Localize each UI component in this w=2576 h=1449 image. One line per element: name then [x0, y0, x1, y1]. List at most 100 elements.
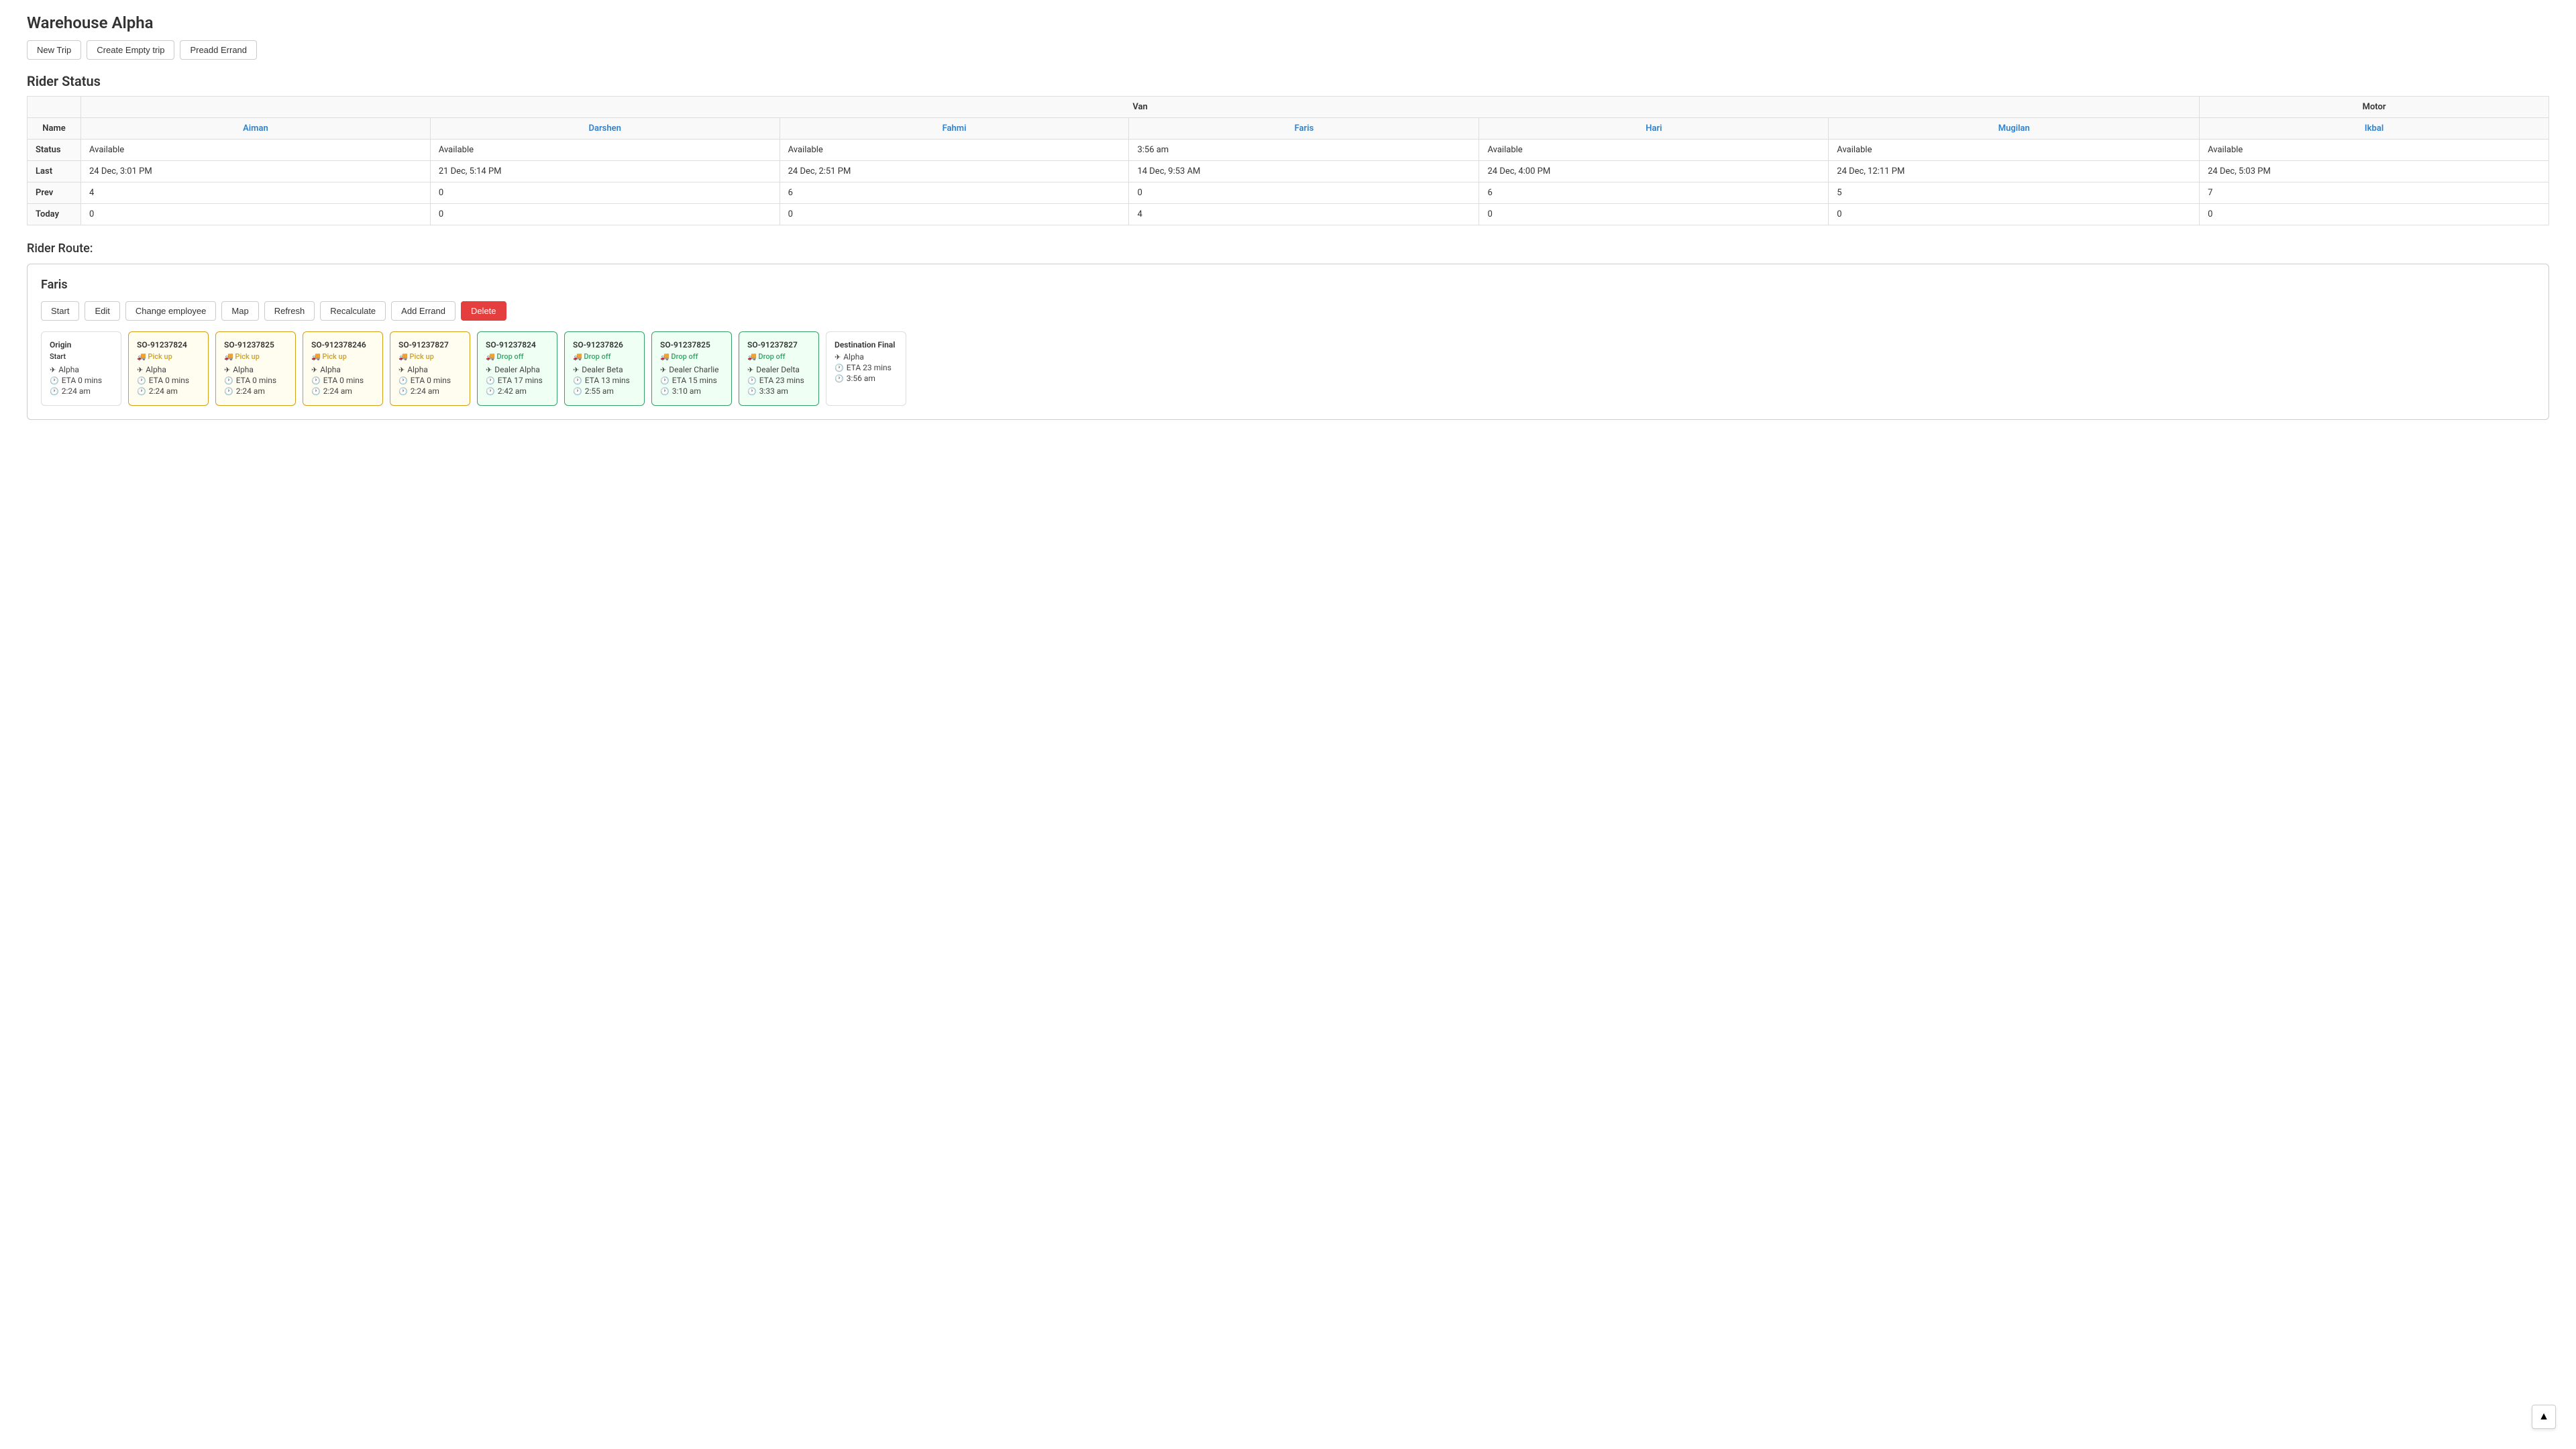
rider-fahmi-link[interactable]: Fahmi: [943, 123, 967, 133]
eta-mins-text-4: ETA 0 mins: [411, 376, 451, 385]
cell-today-0: 0: [81, 204, 431, 225]
location-icon: ✈: [660, 366, 666, 374]
refresh-button[interactable]: Refresh: [264, 301, 315, 321]
card-eta-mins-2: 🕐ETA 0 mins: [224, 376, 287, 385]
card-location-5: ✈Dealer Alpha: [486, 365, 549, 374]
card-eta-time-9: 🕐3:56 am: [835, 374, 898, 383]
card-type-6: 🚚 Drop off: [573, 352, 636, 361]
clock-icon: 🕐: [835, 364, 844, 372]
route-card-3[interactable]: SO-912378246🚚 Pick up✈Alpha🕐ETA 0 mins🕐2…: [303, 331, 383, 406]
card-eta-time-6: 🕐2:55 am: [573, 386, 636, 396]
location-text-4: Alpha: [407, 365, 428, 374]
row-label-today: Today: [28, 204, 81, 225]
location-text-1: Alpha: [146, 365, 166, 374]
cell-last-6: 24 Dec, 5:03 PM: [2200, 161, 2549, 182]
location-text-6: Dealer Beta: [582, 365, 623, 374]
location-icon: ✈: [398, 366, 405, 374]
route-card-0[interactable]: OriginStart✈Alpha🕐ETA 0 mins🕐2:24 am: [41, 331, 121, 406]
eta-time-text-8: 3:33 am: [759, 386, 788, 396]
location-icon: ✈: [137, 366, 143, 374]
eta-mins-text-7: ETA 15 mins: [672, 376, 717, 385]
card-location-9: ✈Alpha: [835, 352, 898, 362]
eta-time-text-7: 3:10 am: [672, 386, 701, 396]
rider-aiman-link[interactable]: Aiman: [243, 123, 268, 133]
cell-last-1: 21 Dec, 5:14 PM: [430, 161, 780, 182]
route-card-1[interactable]: SO-91237824🚚 Pick up✈Alpha🕐ETA 0 mins🕐2:…: [128, 331, 209, 406]
card-location-2: ✈Alpha: [224, 365, 287, 374]
card-type-2: 🚚 Pick up: [224, 352, 287, 361]
card-eta-mins-9: 🕐ETA 23 mins: [835, 363, 898, 372]
route-card-8[interactable]: SO-91237827🚚 Drop off✈Dealer Delta🕐ETA 2…: [739, 331, 819, 406]
rider-status-title: Rider Status: [27, 73, 2549, 89]
scroll-top-button[interactable]: ▲: [2532, 1405, 2556, 1429]
cell-prev-1: 0: [430, 182, 780, 204]
cell-last-3: 14 Dec, 9:53 AM: [1129, 161, 1479, 182]
rider-route-container: Faris Start Edit Change employee Map Ref…: [27, 264, 2549, 420]
preadd-errand-button[interactable]: Preadd Errand: [180, 40, 257, 60]
route-card-9[interactable]: Destination Final ✈Alpha🕐ETA 23 mins 🕐3:56…: [826, 331, 906, 406]
cell-status-2: Available: [780, 140, 1129, 161]
card-eta-mins-1: 🕐ETA 0 mins: [137, 376, 200, 385]
cell-today-5: 0: [1829, 204, 2200, 225]
cell-prev-2: 6: [780, 182, 1129, 204]
card-eta-time-1: 🕐2:24 am: [137, 386, 200, 396]
location-text-8: Dealer Delta: [756, 365, 800, 374]
rider-hari-link[interactable]: Hari: [1646, 123, 1662, 133]
card-title-2: SO-91237825: [224, 340, 287, 350]
create-empty-trip-button[interactable]: Create Empty trip: [87, 40, 174, 60]
change-employee-button[interactable]: Change employee: [125, 301, 217, 321]
van-group-header: Van: [81, 97, 2200, 118]
cell-status-1: Available: [430, 140, 780, 161]
cell-last-0: 24 Dec, 3:01 PM: [81, 161, 431, 182]
card-title-0: Origin: [50, 340, 113, 350]
new-trip-button[interactable]: New Trip: [27, 40, 81, 60]
card-title-6: SO-91237826: [573, 340, 636, 350]
card-location-1: ✈Alpha: [137, 365, 200, 374]
rider-ikbal-link[interactable]: Ikbal: [2365, 123, 2383, 133]
cell-status-5: Available: [1829, 140, 2200, 161]
card-title-9: Destination Final: [835, 340, 898, 350]
route-card-6[interactable]: SO-91237826🚚 Drop off✈Dealer Beta🕐ETA 13…: [564, 331, 645, 406]
cell-today-4: 0: [1479, 204, 1829, 225]
cell-prev-6: 7: [2200, 182, 2549, 204]
recalculate-button[interactable]: Recalculate: [320, 301, 386, 321]
delete-button[interactable]: Delete: [461, 301, 506, 321]
cell-today-6: 0: [2200, 204, 2549, 225]
card-eta-mins-6: 🕐ETA 13 mins: [573, 376, 636, 385]
card-location-7: ✈Dealer Charlie: [660, 365, 723, 374]
rider-darshen-link[interactable]: Darshen: [589, 123, 621, 133]
location-icon: ✈: [50, 366, 56, 374]
route-card-4[interactable]: SO-91237827🚚 Pick up✈Alpha🕐ETA 0 mins🕐2:…: [390, 331, 470, 406]
chevron-up-icon: ▲: [2538, 1411, 2549, 1423]
rider-status-table: Van Motor Name Aiman Darshen Fahmi Faris…: [27, 96, 2549, 225]
cell-status-3: 3:56 am: [1129, 140, 1479, 161]
start-button[interactable]: Start: [41, 301, 79, 321]
eta-mins-text-0: ETA 0 mins: [62, 376, 102, 385]
location-icon: ✈: [747, 366, 753, 374]
clock-icon: 🕐: [398, 376, 408, 385]
card-type-0: Start: [50, 352, 113, 361]
edit-button[interactable]: Edit: [85, 301, 119, 321]
rider-route-title: Rider Route:: [27, 241, 2549, 256]
location-text-0: Alpha: [58, 365, 79, 374]
card-eta-time-3: 🕐2:24 am: [311, 386, 374, 396]
route-card-7[interactable]: SO-91237825🚚 Drop off✈Dealer Charlie🕐ETA…: [651, 331, 732, 406]
cell-last-5: 24 Dec, 12:11 PM: [1829, 161, 2200, 182]
rider-route-name: Faris: [41, 278, 2535, 292]
rider-faris-link[interactable]: Faris: [1295, 123, 1314, 133]
cell-prev-0: 4: [81, 182, 431, 204]
location-text-5: Dealer Alpha: [494, 365, 540, 374]
card-title-5: SO-91237824: [486, 340, 549, 350]
clock-icon-2: 🕐: [137, 387, 146, 396]
card-eta-time-7: 🕐3:10 am: [660, 386, 723, 396]
route-card-5[interactable]: SO-91237824🚚 Drop off✈Dealer Alpha🕐ETA 1…: [477, 331, 557, 406]
location-text-2: Alpha: [233, 365, 254, 374]
clock-icon-2: 🕐: [398, 387, 408, 396]
card-type-7: 🚚 Drop off: [660, 352, 723, 361]
cell-prev-5: 5: [1829, 182, 2200, 204]
rider-mugilan-link[interactable]: Mugilan: [1998, 123, 2030, 133]
route-card-2[interactable]: SO-91237825🚚 Pick up✈Alpha🕐ETA 0 mins🕐2:…: [215, 331, 296, 406]
location-icon: ✈: [224, 366, 230, 374]
add-errand-button[interactable]: Add Errand: [391, 301, 455, 321]
map-button[interactable]: Map: [221, 301, 258, 321]
